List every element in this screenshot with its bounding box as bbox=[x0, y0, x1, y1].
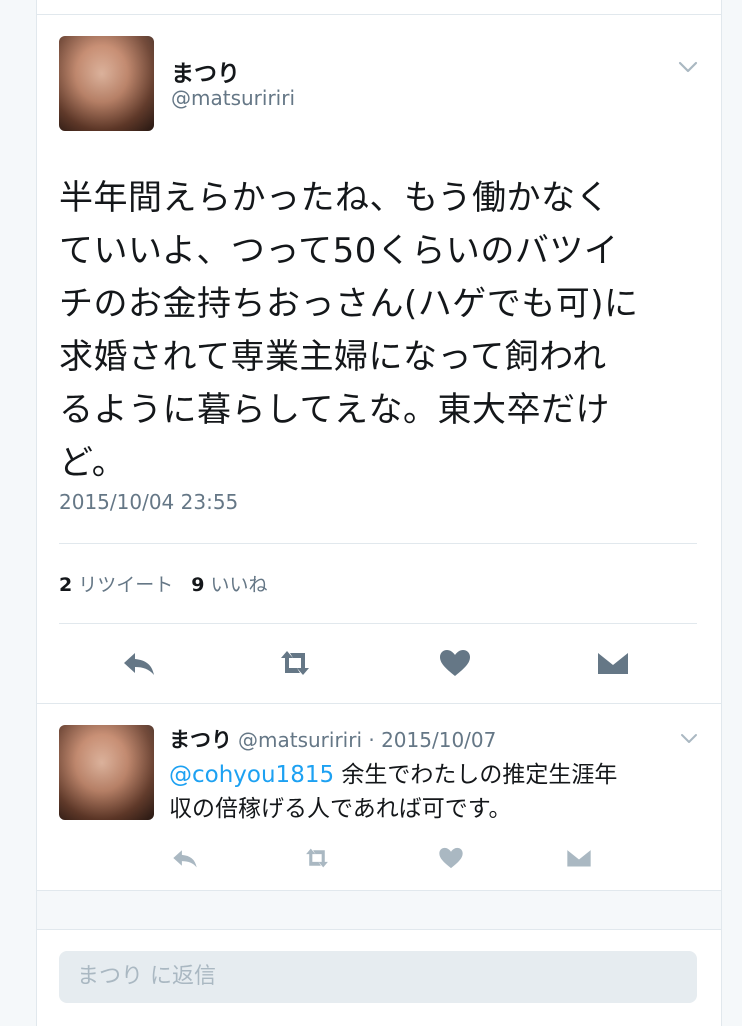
divider bbox=[59, 623, 697, 624]
retweet-count: 2 bbox=[59, 574, 73, 596]
reply-text-part: 収の倍稼げる人であれば可です。 bbox=[169, 796, 512, 822]
like-count: 9 bbox=[191, 574, 205, 596]
reply-text: @cohyou1815 余生でわたしの推定生涯年 収の倍稼げる人であれば可です。 bbox=[169, 758, 709, 826]
retweet-icon[interactable] bbox=[303, 846, 331, 870]
divider bbox=[37, 703, 721, 704]
heart-icon[interactable] bbox=[437, 648, 473, 678]
reply-header: まつり @matsuririri · 2015/10/07 bbox=[169, 724, 496, 754]
avatar[interactable] bbox=[59, 36, 154, 131]
like-stat[interactable]: 9 いいね bbox=[191, 574, 267, 596]
tweet-stats: 2 リツイート 9 いいね bbox=[59, 570, 268, 597]
divider bbox=[59, 543, 697, 544]
chevron-down-icon[interactable] bbox=[679, 728, 699, 748]
envelope-icon[interactable] bbox=[565, 846, 593, 870]
display-name[interactable]: まつり bbox=[171, 54, 240, 88]
reply-avatar[interactable] bbox=[59, 725, 154, 820]
mention-link[interactable]: @cohyou1815 bbox=[169, 762, 334, 788]
previous-item-strip bbox=[37, 0, 721, 15]
chevron-down-icon[interactable] bbox=[677, 56, 699, 78]
reply-icon[interactable] bbox=[171, 846, 199, 870]
reply-icon[interactable] bbox=[121, 648, 157, 678]
tweet-text-line: るように暮らしてえな。東大卒だけ bbox=[59, 390, 610, 430]
timestamp[interactable]: 2015/10/04 23:55 bbox=[59, 490, 238, 514]
retweet-label: リツイート bbox=[78, 574, 174, 596]
tweet-text-line: チのお金持ちおっさん(ハゲでも可)に bbox=[59, 284, 639, 324]
like-label: いいね bbox=[210, 574, 268, 596]
reply-text-part: 余生でわたしの推定生涯年 bbox=[334, 762, 618, 788]
tweet-text-line: 半年間えらかったね、もう働かなく bbox=[59, 178, 610, 218]
section-gap bbox=[37, 891, 721, 930]
tweet-text-line: ど。 bbox=[59, 443, 127, 483]
envelope-icon[interactable] bbox=[595, 648, 631, 678]
tweet-text: 半年間えらかったね、もう働かなく ていいよ、つって50くらいのバツイ チのお金持… bbox=[59, 172, 699, 490]
tweet-text-line: 求婚されて専業主婦になって飼われ bbox=[59, 337, 607, 377]
reply-display-name[interactable]: まつり bbox=[169, 728, 232, 752]
reply-meta[interactable]: @matsuririri · 2015/10/07 bbox=[238, 728, 496, 752]
retweet-stat[interactable]: 2 リツイート bbox=[59, 574, 173, 596]
heart-icon[interactable] bbox=[437, 846, 465, 870]
handle[interactable]: @matsuririri bbox=[171, 86, 295, 110]
retweet-icon[interactable] bbox=[277, 648, 313, 678]
tweet-card: まつり @matsuririri 半年間えらかったね、もう働かなく ていいよ、つ… bbox=[36, 0, 722, 1026]
reply-input[interactable]: まつり に返信 bbox=[59, 951, 697, 1003]
tweet-text-line: ていいよ、つって50くらいのバツイ bbox=[59, 231, 619, 271]
